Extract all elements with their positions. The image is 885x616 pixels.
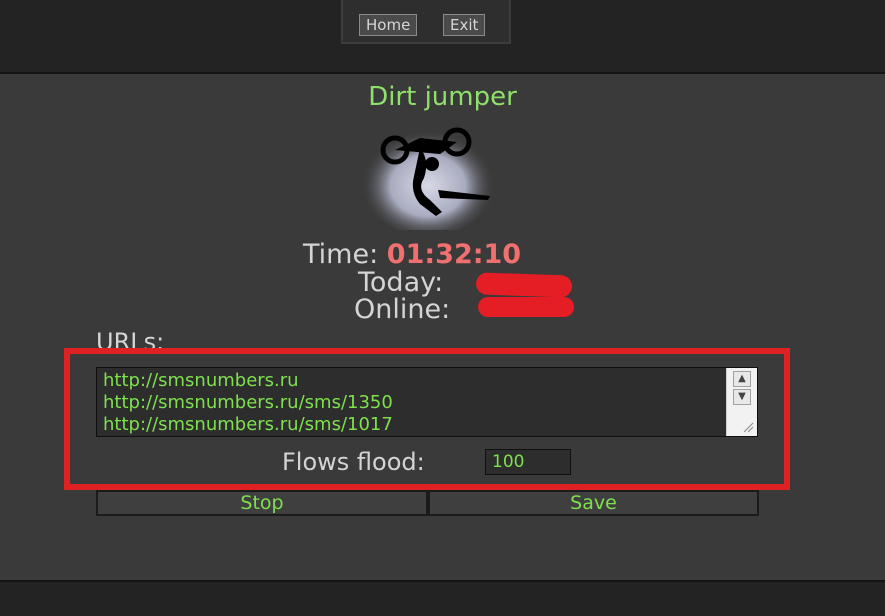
online-redaction [478, 297, 574, 317]
save-button[interactable]: Save [428, 490, 759, 516]
online-label: Online: [354, 294, 451, 325]
time-row: Time: 01:32:10 [303, 240, 521, 270]
highlight-annotation-box [64, 348, 790, 490]
home-button[interactable]: Home [359, 14, 418, 36]
today-redaction [475, 272, 573, 298]
urls-label: URLs: [96, 328, 165, 350]
page-title: Dirt jumper [368, 82, 517, 112]
footer-bar [0, 580, 885, 616]
motorbike-rider-logo [360, 124, 496, 230]
time-value: 01:32:10 [386, 239, 522, 270]
time-label: Time: [303, 239, 379, 270]
exit-button[interactable]: Exit [443, 14, 486, 36]
top-bar: Home Exit [0, 0, 885, 74]
stop-button[interactable]: Stop [96, 490, 428, 516]
main-panel: Dirt jumper Time: 01:32:10 Today: Online… [0, 74, 885, 580]
nav-box: Home Exit [341, 0, 511, 44]
